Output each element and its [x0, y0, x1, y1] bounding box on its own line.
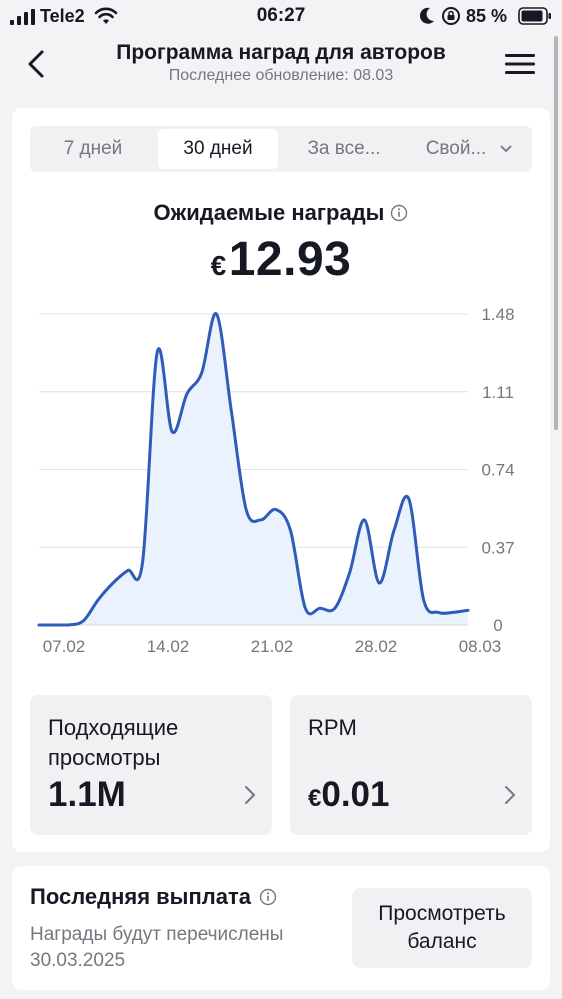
menu-button[interactable] — [500, 46, 540, 82]
y-tick-label: 0.37 — [481, 538, 514, 557]
currency-symbol: € — [210, 250, 227, 281]
scrollbar[interactable] — [554, 36, 558, 430]
rpm-label: RPM — [308, 715, 357, 740]
rpm-value: €0.01 — [308, 775, 389, 815]
tab-7-days[interactable]: 7 дней — [34, 129, 152, 169]
last-updated: Последнее обновление: 08.03 — [168, 67, 394, 84]
rotation-lock-icon — [442, 7, 460, 25]
chevron-right-icon — [505, 786, 515, 804]
moon-icon — [419, 7, 434, 24]
last-payout-text: Последняя выплата — [30, 884, 251, 909]
currency-symbol: € — [308, 785, 322, 812]
y-tick-label: 0.74 — [481, 461, 514, 480]
tab-all-time[interactable]: За все... — [284, 129, 404, 169]
payout-description: Награды будут перечислены 30.03.2025 — [30, 924, 284, 971]
rewards-chart: 0 0.37 0.74 1.11 1.48 07.02 14.02 21.02 28.02 08.… — [37, 305, 515, 656]
view-balance-button[interactable]: Просмотреть баланс — [352, 888, 532, 968]
chevron-down-icon — [500, 145, 512, 153]
rpm-amount: 0.01 — [321, 775, 390, 814]
last-payout-title: Последняя выплата — [30, 884, 277, 910]
eligible-views-label: Подходящие просмотры — [48, 715, 179, 770]
eligible-views-tile[interactable]: Подходящие просмотры 1.1M — [30, 695, 272, 835]
expected-rewards-text: Ожидаемые награды — [153, 200, 385, 225]
view-balance-label: Просмотреть баланс — [378, 902, 506, 953]
x-tick-label: 28.02 — [355, 637, 398, 656]
info-icon[interactable] — [259, 888, 277, 906]
period-tabs: 7 дней 30 дней За все... Свой... — [30, 126, 532, 172]
page-header: Программа наград для авторов Последнее о… — [0, 34, 562, 106]
battery-percent: 85 % — [466, 6, 508, 26]
x-tick-label: 14.02 — [147, 637, 190, 656]
info-icon[interactable] — [390, 204, 408, 222]
expected-rewards-label: Ожидаемые награды — [12, 200, 550, 226]
eligible-views-value: 1.1M — [48, 775, 126, 814]
y-tick-label: 1.11 — [482, 383, 514, 402]
chevron-right-icon — [245, 786, 255, 804]
hamburger-menu-icon — [505, 54, 535, 74]
x-tick-label: 07.02 — [43, 637, 86, 656]
last-payout-card: Последняя выплата Награды будут перечисл… — [12, 866, 550, 990]
battery-icon — [518, 7, 551, 25]
tab-label: Свой... — [425, 138, 487, 159]
y-tick-label: 0 — [493, 616, 502, 635]
y-tick-label: 1.48 — [481, 305, 514, 324]
x-tick-label: 21.02 — [251, 637, 294, 656]
reward-amount: 12.93 — [228, 233, 352, 286]
tab-30-days[interactable]: 30 дней — [158, 129, 278, 169]
status-bar: Tele2 06:27 85 % — [0, 0, 562, 34]
tab-label: 30 дней — [183, 138, 253, 159]
tab-label: За все... — [307, 138, 381, 159]
rpm-tile[interactable]: RPM €0.01 — [290, 695, 532, 835]
tab-label: 7 дней — [63, 138, 123, 159]
tab-custom[interactable]: Свой... — [410, 129, 528, 169]
page-title: Программа наград для авторов — [116, 41, 446, 64]
x-tick-label: 08.03 — [459, 637, 502, 656]
expected-rewards-value: €12.93 — [12, 232, 550, 287]
rewards-card: 7 дней 30 дней За все... Свой... Ожидаем… — [12, 108, 550, 852]
